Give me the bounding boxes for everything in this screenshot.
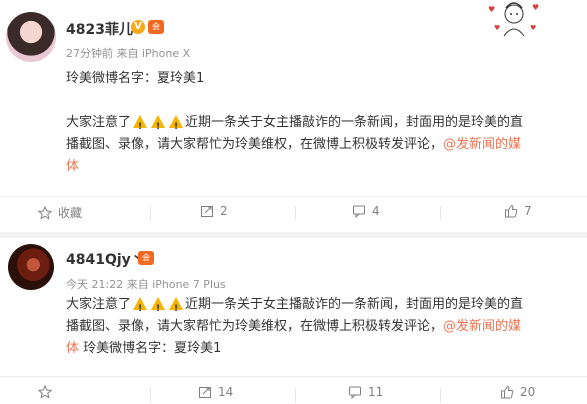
divider (440, 388, 441, 402)
divider (440, 206, 441, 220)
repost-button[interactable]: 14 (198, 385, 233, 399)
divider (295, 388, 296, 402)
repost-icon (199, 387, 211, 398)
avatar[interactable] (8, 244, 54, 290)
like-button[interactable]: 7 (504, 204, 532, 218)
like-button[interactable]: 20 (500, 385, 535, 399)
post-meta: 今天 21:22 来自 iPhone 7 Plus (66, 278, 226, 291)
post-body: 大家注意了 近期一条关于女主播敲诈的一条新闻，封面用的是玲美的直 播截图、录像，请… (66, 294, 586, 364)
action-bar: 收藏 2 4 7 (0, 202, 587, 224)
verified-badge-icon: V (131, 20, 145, 34)
repost-count: 2 (220, 204, 228, 218)
comment-count: 4 (372, 204, 380, 218)
body-line-3: 体 (66, 156, 79, 178)
body-line-1: 大家注意了 近期一条关于女主播敲诈的一条新闻，封面用的是玲美的直 (66, 112, 524, 138)
mention-link[interactable]: 体 (66, 341, 79, 356)
divider (295, 206, 296, 220)
warning-icon (151, 297, 166, 320)
svg-text:♥: ♥ (530, 24, 536, 32)
body-line-2: 播截图、录像，请大家帮忙为玲美维权，在微博上积极转发评论，@发新闻的媒 (66, 316, 521, 338)
body-text: 大家注意了 (66, 297, 132, 312)
body-text: 播截图、录像，请大家帮忙为玲美维权，在微博上积极转发评论， (66, 137, 444, 152)
divider (0, 196, 587, 197)
repost-button[interactable]: 2 (200, 204, 228, 218)
comment-button[interactable]: 11 (348, 385, 383, 399)
username[interactable]: 4841Qjy丶 (66, 249, 145, 269)
body-text: 近期一条关于女主播敲诈的一条新闻，封面用的是玲美的直 (185, 115, 524, 130)
warning-icon (169, 297, 184, 320)
divider (0, 376, 587, 377)
body-line-3: 体 玲美微博名字：夏玲美1 (66, 338, 221, 360)
svg-text:♥: ♥ (494, 24, 500, 32)
mention-link[interactable]: @发新闻的媒 (443, 137, 521, 152)
favorite-label: 收藏 (58, 206, 83, 220)
svg-text:♥: ♥ (532, 3, 539, 12)
member-badge-icon: 会 (138, 251, 154, 265)
intro-line: 玲美微博名字：夏玲美1 (66, 71, 205, 86)
divider (150, 388, 151, 402)
body-text: 玲美微博名字：夏玲美1 (83, 341, 222, 356)
warning-icon (133, 115, 148, 138)
star-icon (38, 205, 52, 220)
member-badge-icon: 会 (148, 20, 164, 34)
comment-icon (349, 386, 361, 399)
comment-count: 11 (368, 385, 384, 399)
avatar[interactable] (6, 12, 56, 62)
mention-link[interactable]: @发新闻的媒 (443, 319, 521, 334)
favorite-button[interactable]: 收藏 (38, 204, 82, 221)
comment-button[interactable]: 4 (352, 204, 380, 218)
username[interactable]: 4823菲儿 (66, 19, 133, 39)
mention-link[interactable]: 体 (66, 159, 79, 174)
body-line-2: 播截图、录像，请大家帮忙为玲美维权，在微博上积极转发评论，@发新闻的媒 (66, 134, 521, 156)
post-meta: 27分钟前 来自 iPhone X (66, 47, 191, 60)
body-text: 近期一条关于女主播敲诈的一条新闻，封面用的是玲美的直 (185, 297, 524, 312)
warning-icon (133, 297, 148, 320)
star-icon (38, 385, 52, 399)
divider (150, 206, 151, 220)
repost-icon (201, 206, 213, 217)
favorite-button[interactable] (38, 385, 58, 399)
thumbs-up-icon (505, 204, 518, 218)
svg-text:♥: ♥ (488, 5, 495, 14)
warning-icon (169, 115, 184, 138)
doodle-sticker-icon: ♥ ♥ ♥ ♥ (488, 2, 539, 37)
body-text: 播截图、录像，请大家帮忙为玲美维权，在微博上积极转发评论， (66, 319, 444, 334)
like-count: 20 (520, 385, 536, 399)
action-bar: 14 11 20 (0, 384, 587, 404)
body-line-1: 大家注意了 近期一条关于女主播敲诈的一条新闻，封面用的是玲美的直 (66, 294, 524, 320)
post-body: 玲美微博名字：夏玲美1 大家注意了 近期一条关于女主播敲诈的一条新闻，封面用的是玲… (66, 68, 586, 174)
warning-icon (151, 115, 166, 138)
repost-count: 14 (218, 385, 234, 399)
comment-icon (353, 205, 365, 218)
like-count: 7 (524, 204, 532, 218)
weibo-post-1: 4823菲儿 V 会 27分钟前 来自 iPhone X ♥ ♥ ♥ ♥ 玲美微… (0, 0, 587, 232)
thumbs-up-icon (501, 385, 514, 399)
body-text: 大家注意了 (66, 115, 132, 130)
